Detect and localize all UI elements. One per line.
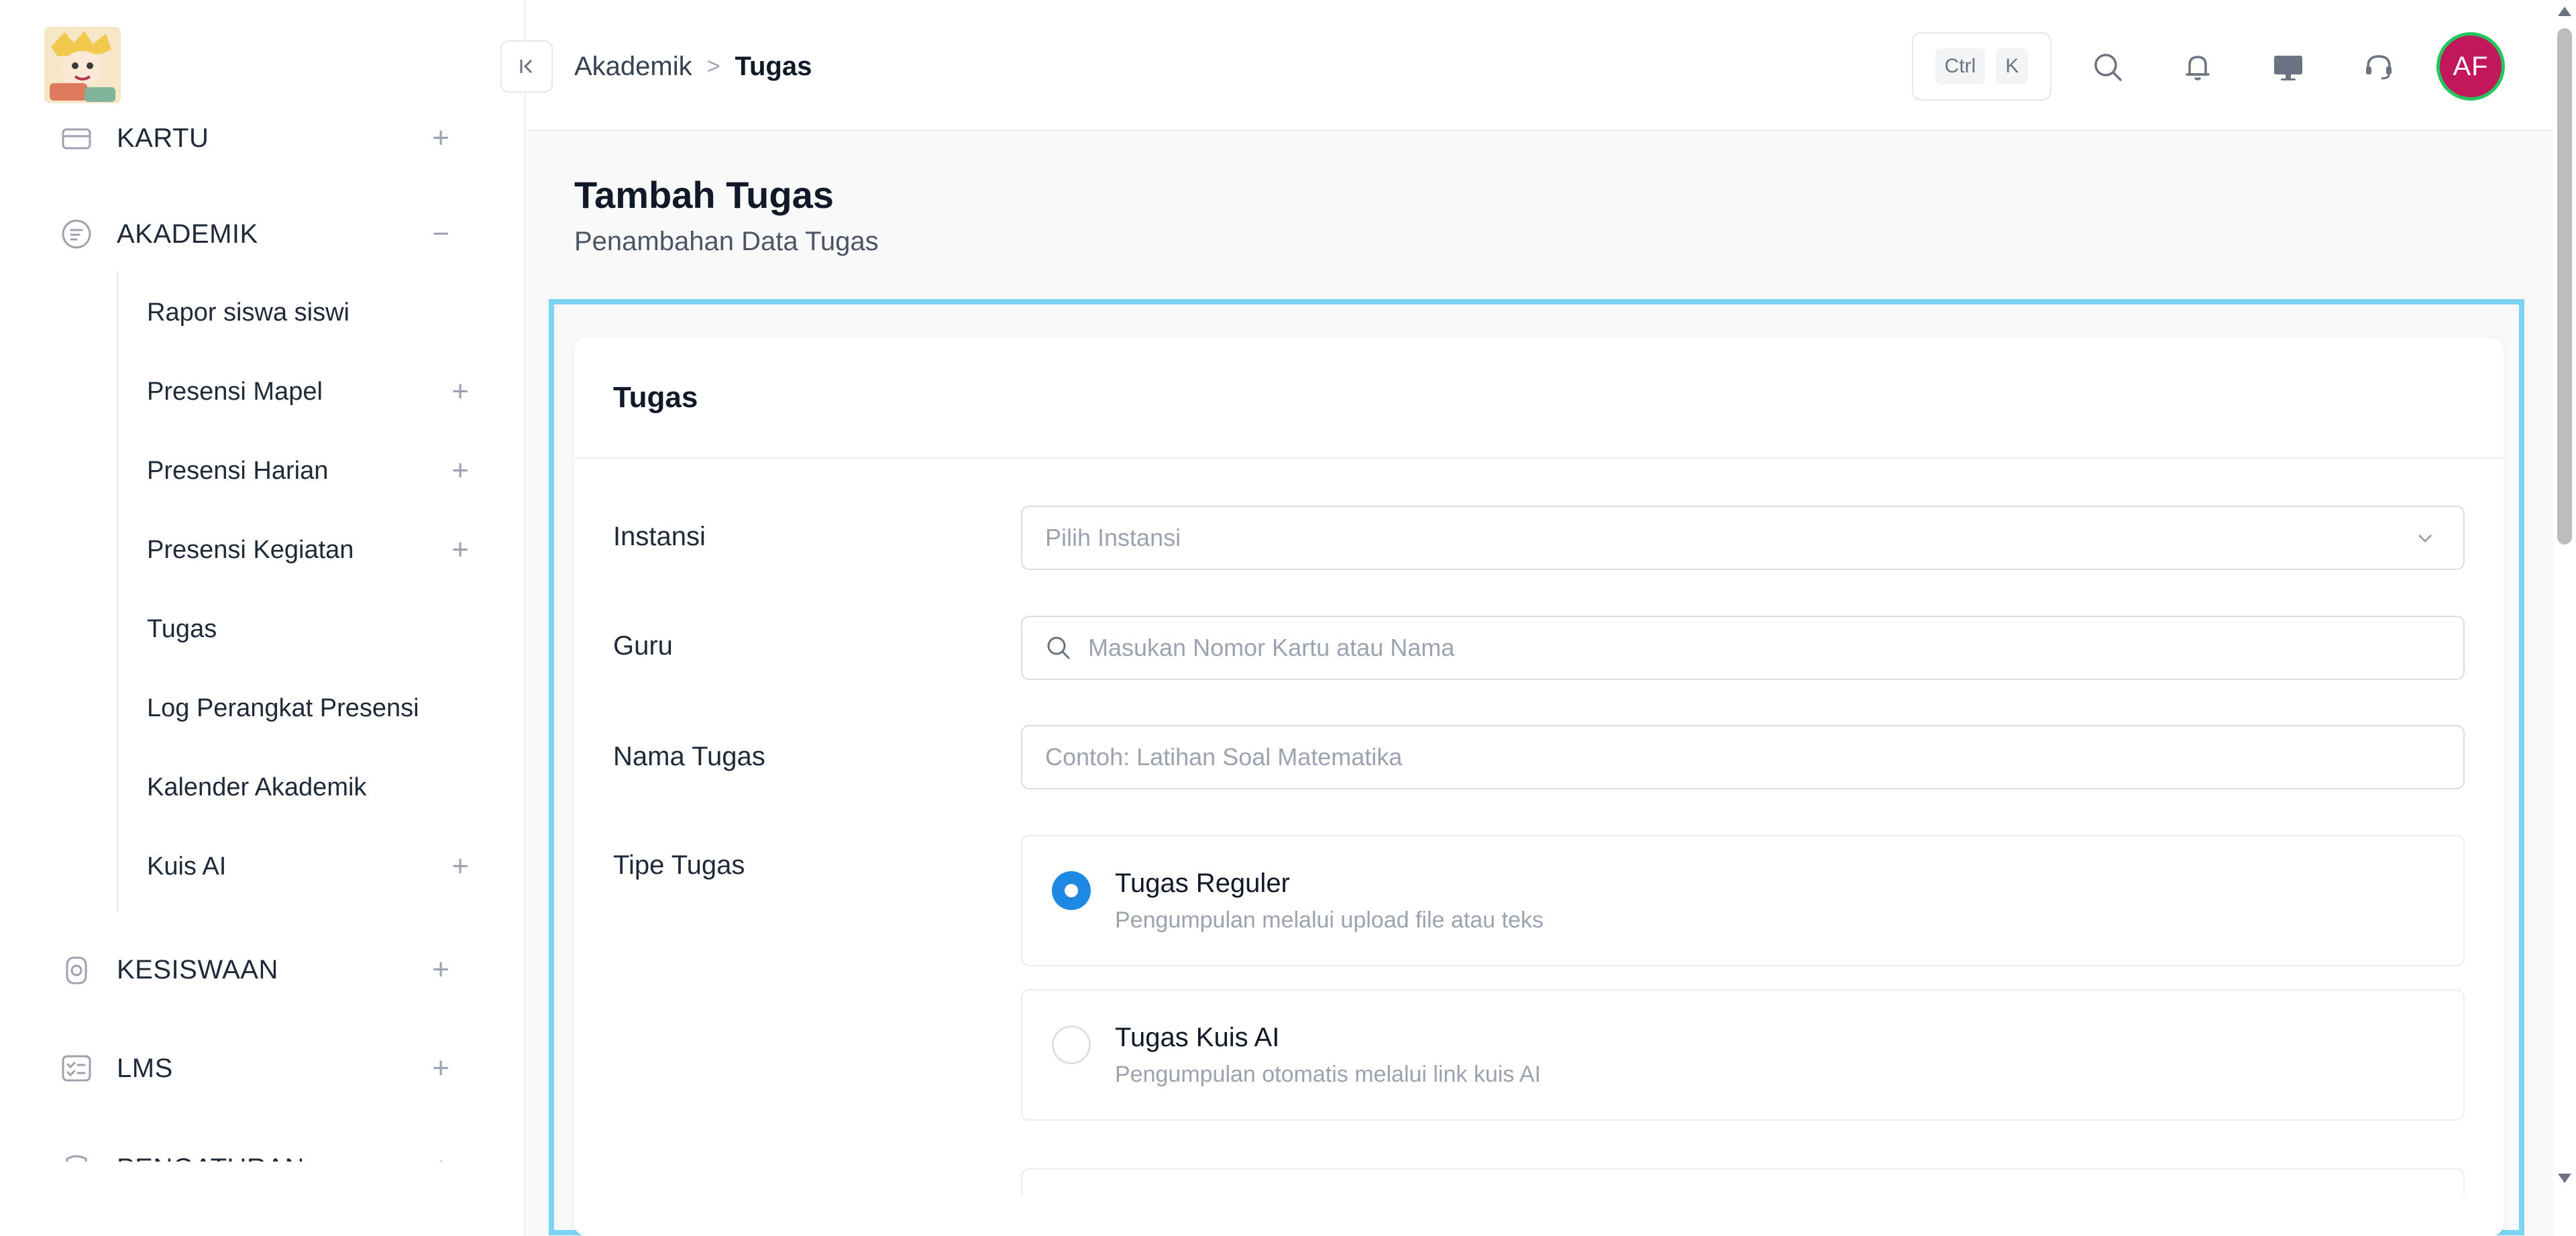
breadcrumb-item-current: Tugas [735,51,812,81]
sidebar-item-label: KESISWAAN [117,954,278,985]
kbd-ctrl: Ctrl [1935,48,1986,85]
radio-option-desc: Pengumpulan melalui upload file atau tek… [1115,907,1544,933]
scroll-down-icon[interactable] [2558,1174,2571,1183]
expand-icon[interactable]: + [432,1151,449,1162]
chevron-down-icon [2414,527,2436,556]
sidebar-subitem-label: Kalender Akademik [147,773,367,801]
radio-selected-icon[interactable] [1052,871,1091,910]
page-subtitle: Penambahan Data Tugas [574,227,879,256]
expand-icon[interactable]: + [432,953,449,987]
search-icon[interactable] [2088,47,2128,87]
guru-placeholder: Masukan Nomor Kartu atau Nama [1088,634,1455,661]
sidebar-subitem-label: Log Perangkat Presensi [147,693,419,722]
radio-option-title: Tugas Reguler [1115,868,1290,898]
sidebar-subitem-rapor[interactable]: Rapor siswa siswi [147,286,469,339]
sidebar-subitem-kalender[interactable]: Kalender Akademik [147,761,469,814]
sidebar-item-label: KARTU [117,123,209,153]
radio-option-tugas-reguler[interactable]: Tugas Reguler Pengumpulan melalui upload… [1021,835,2465,966]
breadcrumb: Akademik > Tugas [574,50,812,83]
bell-icon[interactable] [2178,47,2218,87]
sidebar-subitem-kuis-ai[interactable]: Kuis AI + [147,840,469,893]
settings-icon [58,1149,95,1162]
sidebar-subitem-presensi-kegiatan[interactable]: Presensi Kegiatan + [147,523,469,577]
expand-icon[interactable]: + [451,375,469,408]
collapse-icon[interactable]: − [432,217,449,251]
scroll-up-icon[interactable] [2558,7,2571,16]
radio-option-title: Tugas Kuis AI [1115,1023,1280,1052]
sidebar-item-label: PENGATURAN [117,1154,305,1162]
instansi-select[interactable]: Pilih Instansi [1021,506,2465,570]
sidebar-subitem-log-perangkat[interactable]: Log Perangkat Presensi [147,681,469,735]
expand-icon[interactable]: + [451,850,469,883]
sidebar-item-clip: PENGATURAN + [0,1140,525,1162]
expand-icon[interactable]: + [451,454,469,488]
guru-label: Guru [613,631,673,661]
student-badge-icon [58,951,95,989]
tipe-tugas-label: Tipe Tugas [613,850,745,880]
radio-option-tugas-kuis-ai[interactable]: Tugas Kuis AI Pengumpulan otomatis melal… [1021,989,2465,1121]
sidebar-subitem-label: Presensi Kegiatan [147,535,354,564]
card-header: Tugas [574,338,2504,459]
scrollbar-thumb[interactable] [2557,28,2572,545]
headset-icon[interactable] [2359,47,2399,87]
sidebar-item-akademik[interactable]: AKADEMIK − [58,207,521,261]
sidebar-item-label: LMS [117,1053,173,1083]
sidebar-subitem-label: Tugas [147,614,217,643]
app-logo[interactable] [44,27,121,103]
page-title: Tambah Tugas [574,174,834,216]
academic-icon [58,215,95,253]
top-header [527,0,2553,131]
sidebar-subitem-label: Presensi Harian [147,456,329,485]
nama-tugas-label: Nama Tugas [613,742,765,771]
guru-search-input[interactable]: Masukan Nomor Kartu atau Nama [1021,616,2465,680]
nama-tugas-input[interactable]: Contoh: Latihan Soal Matematika [1021,725,2465,789]
breadcrumb-separator: > [706,53,720,79]
monitor-icon[interactable] [2268,47,2308,87]
radio-option-desc: Pengumpulan otomatis melalui link kuis A… [1115,1062,1541,1087]
checklist-icon [58,1050,95,1087]
breadcrumb-item-akademik[interactable]: Akademik [574,52,692,82]
command-palette-shortcut[interactable]: Ctrl K [1912,32,2051,101]
nama-tugas-placeholder: Contoh: Latihan Soal Matematika [1045,743,1403,771]
sidebar-subitem-label: Presensi Mapel [147,377,323,406]
instansi-placeholder: Pilih Instansi [1045,524,1181,551]
user-avatar[interactable]: AF [2436,32,2505,101]
submenu-divider [117,272,118,912]
sidebar-item-kesiswaan[interactable]: KESISWAAN + [58,943,521,997]
radio-unselected-icon[interactable] [1052,1025,1091,1064]
instansi-label: Instansi [613,522,706,551]
kbd-k: K [1996,48,2029,85]
expand-icon[interactable]: + [451,533,469,567]
sidebar-item-label: AKADEMIK [117,219,258,249]
sidebar-item-pengaturan[interactable]: PENGATURAN + [58,1141,521,1162]
sidebar-subitem-presensi-harian[interactable]: Presensi Harian + [147,444,469,498]
sidebar-subitem-presensi-mapel[interactable]: Presensi Mapel + [147,365,469,418]
sidebar-subitem-tugas[interactable]: Tugas [147,602,469,656]
sidebar-subitem-label: Rapor siswa siswi [147,298,350,327]
card-icon [58,119,95,157]
sidebar-item-lms[interactable]: LMS + [58,1042,521,1095]
collapse-left-icon [520,59,533,74]
expand-icon[interactable]: + [432,1052,449,1085]
search-icon [1045,633,1075,663]
sidebar-item-kartu[interactable]: KARTU + [58,111,521,165]
radio-option-partial [1021,1168,2465,1195]
sidebar: KARTU + AKADEMIK − Rapor siswa siswi Pre… [0,0,526,1236]
card-title: Tugas [613,381,698,414]
page-scrollbar[interactable] [2553,0,2576,1236]
sidebar-subitem-label: Kuis AI [147,852,227,881]
sidebar-collapse-button[interactable] [500,40,553,93]
expand-icon[interactable]: + [432,121,449,155]
